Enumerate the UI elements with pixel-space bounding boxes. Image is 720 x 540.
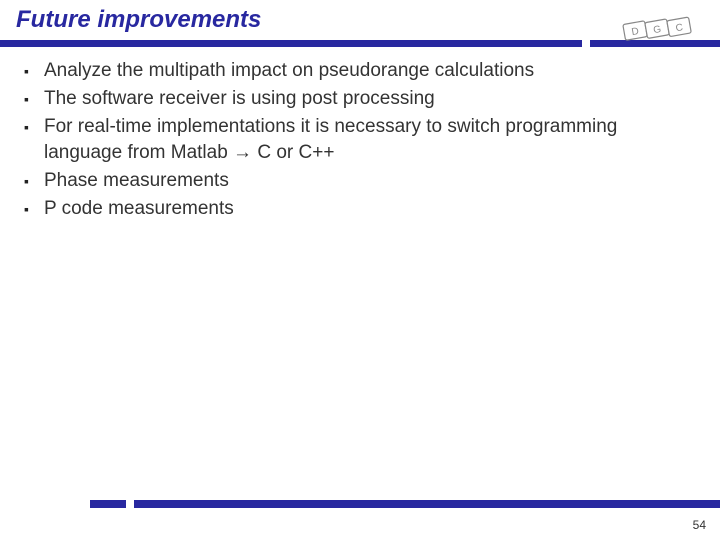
bullet-text: Phase measurements xyxy=(44,168,698,194)
title-underline xyxy=(0,40,720,47)
content-area: ▪ Analyze the multipath impact on pseudo… xyxy=(22,58,698,224)
list-item: ▪ The software receiver is using post pr… xyxy=(22,86,698,112)
list-item: ▪ P code measurements xyxy=(22,196,698,222)
bullet-text: P code measurements xyxy=(44,196,698,222)
bullet-icon: ▪ xyxy=(22,86,44,112)
slide: Future improvements D G C ▪ Analyze the … xyxy=(0,0,720,540)
bullet-icon: ▪ xyxy=(22,196,44,222)
bullet-text: Analyze the multipath impact on pseudora… xyxy=(44,58,698,84)
bullet-text: The software receiver is using post proc… xyxy=(44,86,698,112)
page-number: 54 xyxy=(693,518,706,532)
bullet-icon: ▪ xyxy=(22,168,44,194)
logo-icon: D G C xyxy=(616,6,706,50)
bullet-icon: ▪ xyxy=(22,114,44,140)
list-item: ▪ For real-time implementations it is ne… xyxy=(22,114,698,166)
bullet-text: For real-time implementations it is nece… xyxy=(44,114,698,166)
slide-title: Future improvements xyxy=(0,0,720,34)
footer-divider xyxy=(0,500,720,508)
list-item: ▪ Phase measurements xyxy=(22,168,698,194)
bullet-icon: ▪ xyxy=(22,58,44,84)
list-item: ▪ Analyze the multipath impact on pseudo… xyxy=(22,58,698,84)
